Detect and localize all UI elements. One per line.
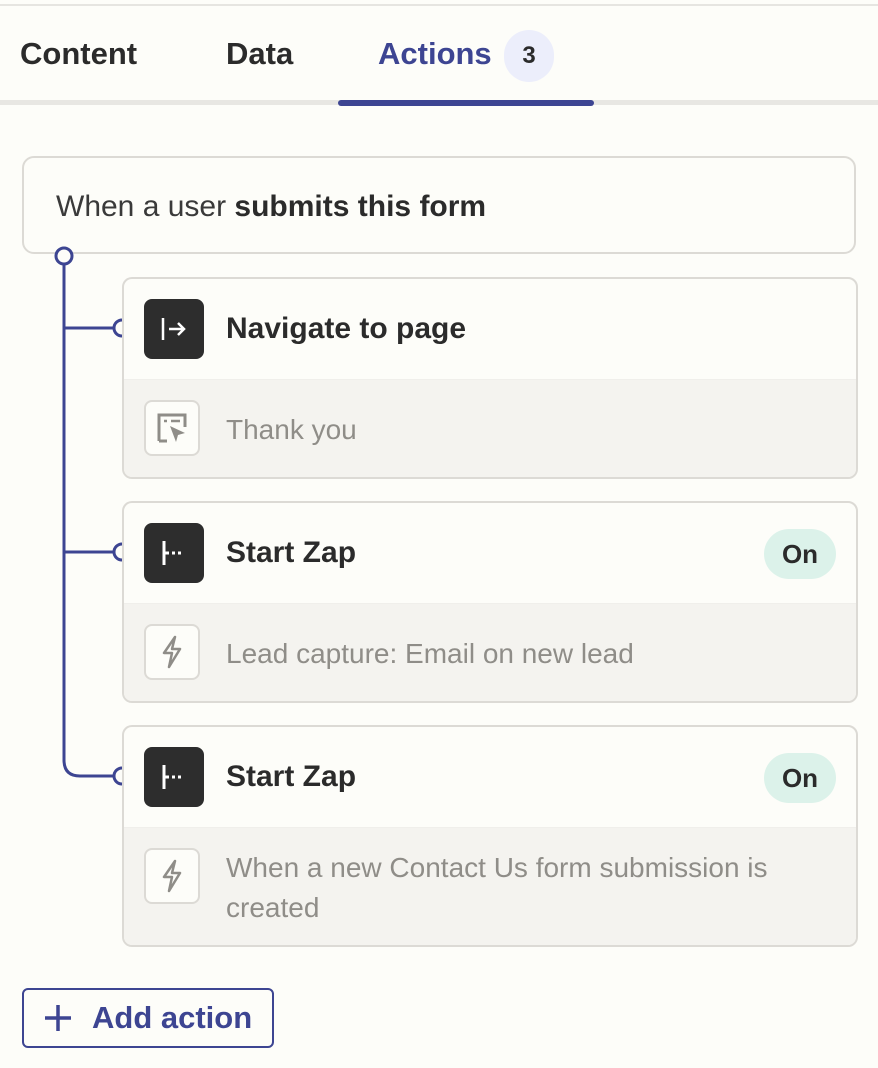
page-cursor-icon <box>144 400 200 456</box>
status-badge: On <box>764 753 836 803</box>
add-action-label: Add action <box>92 1000 253 1035</box>
status-badge: On <box>764 529 836 579</box>
add-action-button[interactable]: Add action <box>22 988 274 1048</box>
active-tab-indicator <box>338 100 594 106</box>
actions-count-badge: 3 <box>504 30 554 82</box>
plus-icon <box>45 1005 71 1031</box>
trigger-emphasis: submits this form <box>234 190 487 223</box>
tab-data[interactable]: Data <box>226 36 293 72</box>
zap-icon <box>144 747 204 807</box>
tab-actions[interactable]: Actions <box>378 36 492 72</box>
trigger-card[interactable]: When a user submits this form <box>22 156 856 254</box>
action-card-start-zap-2[interactable]: Start Zap On When a new Contact Us form … <box>122 725 858 947</box>
navigate-icon <box>144 299 204 359</box>
trigger-node <box>54 246 74 266</box>
action-title: Navigate to page <box>226 312 467 345</box>
flow-connector <box>54 246 132 786</box>
action-card-navigate[interactable]: Navigate to page Thank you <box>122 277 858 479</box>
action-detail: Thank you <box>226 414 357 445</box>
action-detail: Lead capture: Email on new lead <box>226 638 634 669</box>
zap-icon <box>144 523 204 583</box>
action-card-start-zap-1[interactable]: Start Zap On Lead capture: Email on new … <box>122 501 858 703</box>
lightning-icon <box>144 848 200 904</box>
lightning-icon <box>144 624 200 680</box>
action-title: Start Zap <box>226 760 357 793</box>
action-title: Start Zap <box>226 536 357 569</box>
action-detail: When a new Contact Us form submission is… <box>226 852 768 923</box>
